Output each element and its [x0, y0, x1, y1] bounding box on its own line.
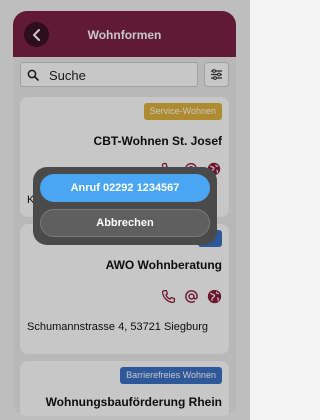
- app-screen: Wohnformen Suche Service-Wohnen CBT-Wohn…: [0, 0, 250, 420]
- call-button[interactable]: Anruf 02292 1234567: [40, 174, 210, 202]
- cancel-button[interactable]: Abbrechen: [40, 209, 210, 237]
- call-action-sheet: Anruf 02292 1234567 Abbrechen: [33, 167, 217, 245]
